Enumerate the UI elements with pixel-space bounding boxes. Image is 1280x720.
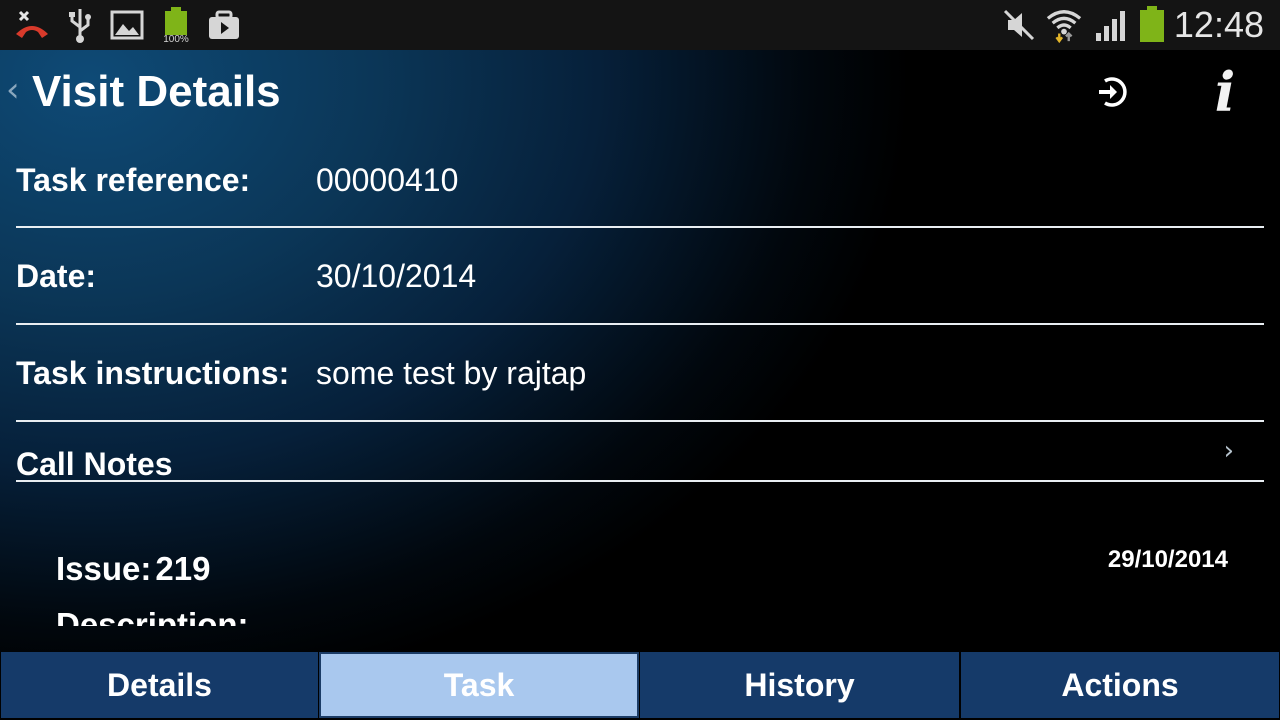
usb-icon xyxy=(62,7,98,43)
tab-task[interactable]: Task xyxy=(319,652,639,718)
missed-call-icon xyxy=(14,7,50,43)
task-reference-label: Task reference: xyxy=(16,162,251,198)
date-value: 30/10/2014 xyxy=(316,258,477,294)
media-icon xyxy=(206,7,242,43)
call-notes-row[interactable]: Call Notes › xyxy=(16,422,1264,482)
mute-icon xyxy=(1001,7,1037,43)
description-label: Description: xyxy=(56,606,249,626)
info-icon: i xyxy=(1214,60,1236,124)
status-clock: 12:48 xyxy=(1173,4,1264,45)
task-reference-row: Task reference: 00000410 xyxy=(16,134,1264,228)
login-icon xyxy=(1099,77,1127,107)
call-notes-label: Call Notes xyxy=(16,446,173,482)
tab-history[interactable]: History xyxy=(639,652,960,718)
wifi-icon xyxy=(1046,7,1082,44)
image-icon xyxy=(109,7,145,43)
issue-date: 29/10/2014 xyxy=(1107,546,1228,573)
battery-percent-label: 100% xyxy=(163,34,189,43)
back-chevron-icon[interactable]: ‹ xyxy=(6,70,20,110)
visit-details-screen: ‹ Visit Details i Task reference: 000004… xyxy=(0,50,1280,652)
date-label: Date: xyxy=(16,258,97,294)
task-instructions-label: Task instructions: xyxy=(16,355,290,391)
task-instructions-value: some test by rajtap xyxy=(316,355,587,391)
issue-number: 219 xyxy=(155,550,211,587)
signal-icon xyxy=(1094,7,1130,43)
info-button[interactable]: i xyxy=(1200,62,1250,122)
login-button[interactable] xyxy=(1090,70,1134,114)
tab-actions[interactable]: Actions xyxy=(960,652,1280,718)
battery-full-icon: 100% xyxy=(158,7,194,43)
chevron-right-icon: › xyxy=(1223,436,1234,466)
status-bar: 100% 12:48 xyxy=(0,0,1280,50)
bottom-tab-bar: Details Task History Actions xyxy=(0,652,1280,720)
action-bar: ‹ Visit Details i xyxy=(0,50,1280,134)
task-instructions-row: Task instructions: some test by rajtap xyxy=(16,325,1264,422)
issue-list-item[interactable]: Issue: 219 29/10/2014 Description: xyxy=(0,534,1280,626)
tab-details[interactable]: Details xyxy=(0,652,319,718)
date-row: Date: 30/10/2014 xyxy=(16,228,1264,325)
issue-line: Issue: 219 xyxy=(56,550,210,588)
task-reference-value: 00000410 xyxy=(316,162,459,198)
page-title[interactable]: Visit Details xyxy=(32,66,281,118)
issue-label: Issue: xyxy=(56,550,152,587)
battery-icon xyxy=(1134,6,1170,43)
